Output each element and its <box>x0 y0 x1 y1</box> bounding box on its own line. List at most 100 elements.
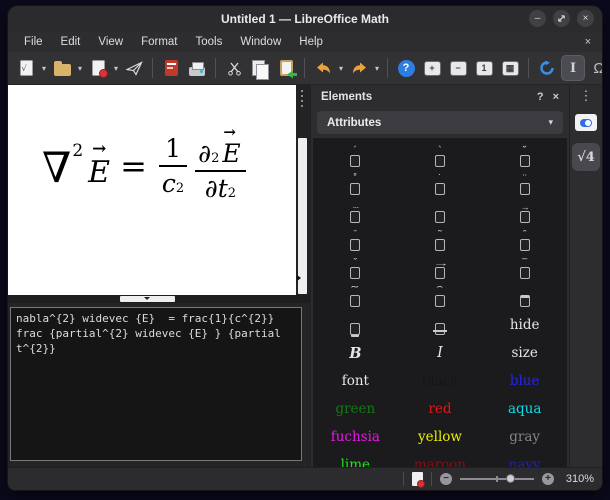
menu-help[interactable]: Help <box>290 34 332 50</box>
zoom-level-value[interactable]: 310% <box>562 473 594 485</box>
formula-command-input[interactable]: nabla^{2} widevec {E} = frac{1}{c^{2}} f… <box>10 307 302 461</box>
element-color-navy[interactable]: navy <box>482 451 567 467</box>
paste-button[interactable] <box>274 55 298 81</box>
element-label: I <box>437 345 443 361</box>
preview-vertical-scrollbar[interactable] <box>296 85 310 295</box>
element-color-fuchsia[interactable]: fuchsia <box>313 423 398 451</box>
sidebar-menu-button[interactable]: ⋮ <box>580 89 593 102</box>
zoom-100-button[interactable]: 1 <box>472 55 496 81</box>
element-color-blue[interactable]: blue <box>482 367 567 395</box>
zoom-out-button[interactable]: − <box>446 55 470 81</box>
element-bar[interactable]: ˉ <box>313 227 398 255</box>
element-underline[interactable] <box>313 311 398 339</box>
formula-cursor-toggle[interactable]: I <box>561 55 585 81</box>
element-color-aqua[interactable]: aqua <box>482 395 567 423</box>
titlebar[interactable]: Untitled 1 — LibreOffice Math – × <box>8 6 602 32</box>
zoom-out-icon: − <box>451 62 466 75</box>
element-hide[interactable]: hide <box>482 311 567 339</box>
element-size[interactable]: size <box>482 339 567 367</box>
open-button[interactable] <box>50 55 74 81</box>
close-button[interactable]: × <box>577 10 594 27</box>
save-dropdown-arrow[interactable]: ▾ <box>112 64 120 73</box>
element-color-green[interactable]: green <box>313 395 398 423</box>
element-breve[interactable]: ˘ <box>482 143 567 171</box>
element-font[interactable]: font <box>313 367 398 395</box>
element-bold[interactable]: B <box>313 339 398 367</box>
show-all-button[interactable]: ▦ <box>498 55 522 81</box>
update-button[interactable] <box>535 55 559 81</box>
element-acute[interactable]: ´ <box>313 143 398 171</box>
element-dot[interactable]: ˙ <box>398 171 483 199</box>
widetilde-icon: ˜ <box>350 287 360 307</box>
new-dropdown-arrow[interactable]: ▾ <box>40 64 48 73</box>
sidebar-properties-deck-button[interactable] <box>575 114 597 131</box>
element-check[interactable]: ˇ <box>313 255 398 283</box>
widevec-icon: → <box>435 259 445 279</box>
splitter-handle[interactable] <box>120 296 175 302</box>
sidebar-elements-deck-button[interactable]: √4 <box>572 143 600 171</box>
cut-button[interactable] <box>222 55 246 81</box>
minimize-button[interactable]: – <box>529 10 546 27</box>
zoom-slider[interactable] <box>460 478 534 480</box>
panel-close-button[interactable]: × <box>553 91 559 103</box>
element-widebar[interactable]: ˉ <box>482 255 567 283</box>
zoom-in-button[interactable]: + <box>420 55 444 81</box>
zoom-100-icon: 1 <box>477 62 492 75</box>
element-label: gray <box>509 429 540 445</box>
element-hat[interactable]: ˆ <box>482 227 567 255</box>
element-dddot[interactable]: ··· <box>313 199 398 227</box>
print-button[interactable] <box>185 55 209 81</box>
element-color-yellow[interactable]: yellow <box>398 423 483 451</box>
element-grave[interactable]: ` <box>398 143 483 171</box>
menu-file[interactable]: File <box>15 34 52 50</box>
menu-view[interactable]: View <box>89 34 132 50</box>
panel-help-button[interactable]: ? <box>537 91 544 103</box>
horizontal-splitter[interactable] <box>8 295 310 303</box>
element-ddot[interactable]: ¨ <box>482 171 567 199</box>
new-formula-button[interactable]: √ <box>14 55 38 81</box>
element-widevec[interactable]: → <box>398 255 483 283</box>
menu-tools[interactable]: Tools <box>187 34 232 50</box>
symbols-button[interactable]: Ω <box>587 55 602 81</box>
redo-button[interactable] <box>347 55 371 81</box>
menu-edit[interactable]: Edit <box>52 34 90 50</box>
redo-dropdown-arrow[interactable]: ▾ <box>373 64 381 73</box>
element-overstrike[interactable] <box>398 311 483 339</box>
menu-format[interactable]: Format <box>132 34 186 50</box>
element-circle[interactable]: ˚ <box>313 171 398 199</box>
element-phantom[interactable] <box>398 199 483 227</box>
element-widehat[interactable]: ˆ <box>398 283 483 311</box>
element-overline[interactable] <box>482 283 567 311</box>
element-color-black[interactable]: black <box>398 367 483 395</box>
help-button[interactable]: ? <box>394 55 418 81</box>
element-vec[interactable]: → <box>482 199 567 227</box>
vertical-scrollbar-thumb[interactable] <box>298 138 307 294</box>
element-widetilde[interactable]: ˜ <box>313 283 398 311</box>
document-modified-indicator[interactable] <box>412 472 423 486</box>
save-button[interactable] <box>86 55 110 81</box>
close-document-button[interactable]: × <box>581 36 595 48</box>
element-color-red[interactable]: red <box>398 395 483 423</box>
zoom-in-button-statusbar[interactable]: + <box>542 473 554 485</box>
paste-icon <box>280 60 293 76</box>
zoom-slider-thumb[interactable] <box>506 474 515 483</box>
category-dropdown[interactable]: Attributes ▾ <box>317 111 563 134</box>
undo-dropdown-arrow[interactable]: ▾ <box>337 64 345 73</box>
restore-button[interactable] <box>553 10 570 27</box>
element-italic[interactable]: I <box>398 339 483 367</box>
zoom-out-button-statusbar[interactable]: − <box>440 473 452 485</box>
export-pdf-button[interactable] <box>159 55 183 81</box>
open-dropdown-arrow[interactable]: ▾ <box>76 64 84 73</box>
menu-window[interactable]: Window <box>231 34 290 50</box>
formula-preview-area[interactable]: ∇2 →E = 1 c2 ∂2→E ∂t2 <box>8 85 296 295</box>
pane-splitter-grip[interactable] <box>301 90 303 107</box>
pdf-icon <box>165 60 178 76</box>
element-color-lime[interactable]: lime <box>313 451 398 467</box>
element-tilde[interactable]: ˜ <box>398 227 483 255</box>
copy-button[interactable] <box>248 55 272 81</box>
element-color-gray[interactable]: gray <box>482 423 567 451</box>
send-email-button[interactable] <box>122 55 146 81</box>
undo-button[interactable] <box>311 55 335 81</box>
tilde-icon: ˜ <box>435 231 445 251</box>
element-color-maroon[interactable]: maroon <box>398 451 483 467</box>
